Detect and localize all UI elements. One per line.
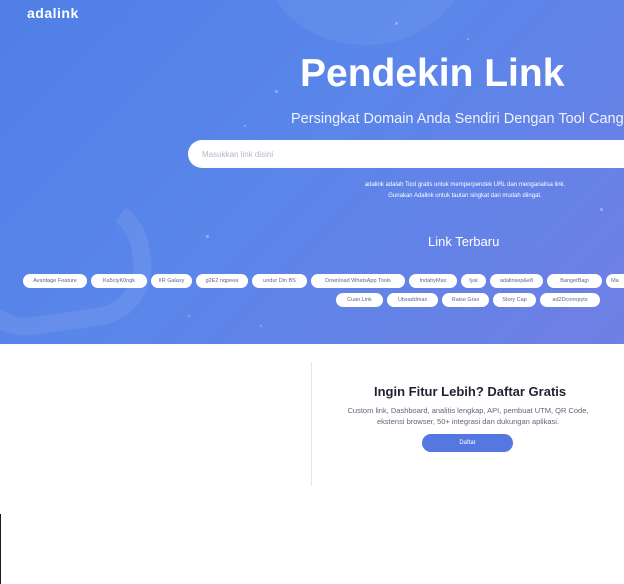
recent-link-chip[interactable]: lyal [461,274,486,288]
url-search-bar[interactable] [188,140,624,168]
window-edge [0,514,1,584]
section-divider [311,362,312,486]
decorative-dot [275,90,278,93]
decorative-dot [395,22,398,25]
recent-link-chip[interactable]: Ma [606,274,624,288]
recent-links-title: Link Terbaru [428,234,500,249]
recent-link-chip[interactable]: IndahyMax [409,274,457,288]
recent-link-chip[interactable]: IIR Galaxy [151,274,192,288]
recent-link-chip[interactable]: BangetBagi [547,274,602,288]
recent-link-chip[interactable]: undur Din BS [252,274,307,288]
url-input[interactable] [200,148,624,160]
hero-description: adalink adalah Tool gratis untuk memperp… [364,182,566,199]
page-subtitle: Persingkat Domain Anda Sendiri Dengan To… [291,111,624,127]
recent-link-chip[interactable]: Story Cap [493,293,536,307]
recent-link-chip[interactable]: Raise Grax [442,293,489,307]
recent-link-chip[interactable]: Download WhatsApp Tools [311,274,405,288]
decorative-dot [244,125,246,127]
decorative-circle [265,0,465,45]
recent-links-list: Avantage Feature Ka5ciyK0ngk IIR Galaxy … [0,274,624,334]
promo-features-text: Custom link, Dashboard, analitis lengkap… [347,406,589,426]
recent-link-chip[interactable]: ad2Dconnpyts [540,293,600,307]
recent-link-chip[interactable]: Avantage Feature [23,274,87,288]
recent-link-chip[interactable]: Cuan.Link [336,293,383,307]
recent-link-chip[interactable]: Ubsaddmax [387,293,438,307]
recent-link-chip[interactable]: Ka5ciyK0ngk [91,274,147,288]
decorative-dot [467,38,469,40]
promo-title: Ingin Fitur Lebih? Daftar Gratis [374,384,567,399]
hero-section: adalink Pendekin Link Persingkat Domain … [0,0,624,344]
register-button[interactable]: Daftar [422,434,513,452]
recent-link-chip[interactable]: adalinsep&e8 [490,274,543,288]
recent-link-chip[interactable]: g2E2 nqpeea [196,274,248,288]
decorative-dot [600,208,603,211]
brand-logo[interactable]: adalink [27,5,79,21]
page-title: Pendekin Link [300,52,565,95]
decorative-dot [206,235,209,238]
